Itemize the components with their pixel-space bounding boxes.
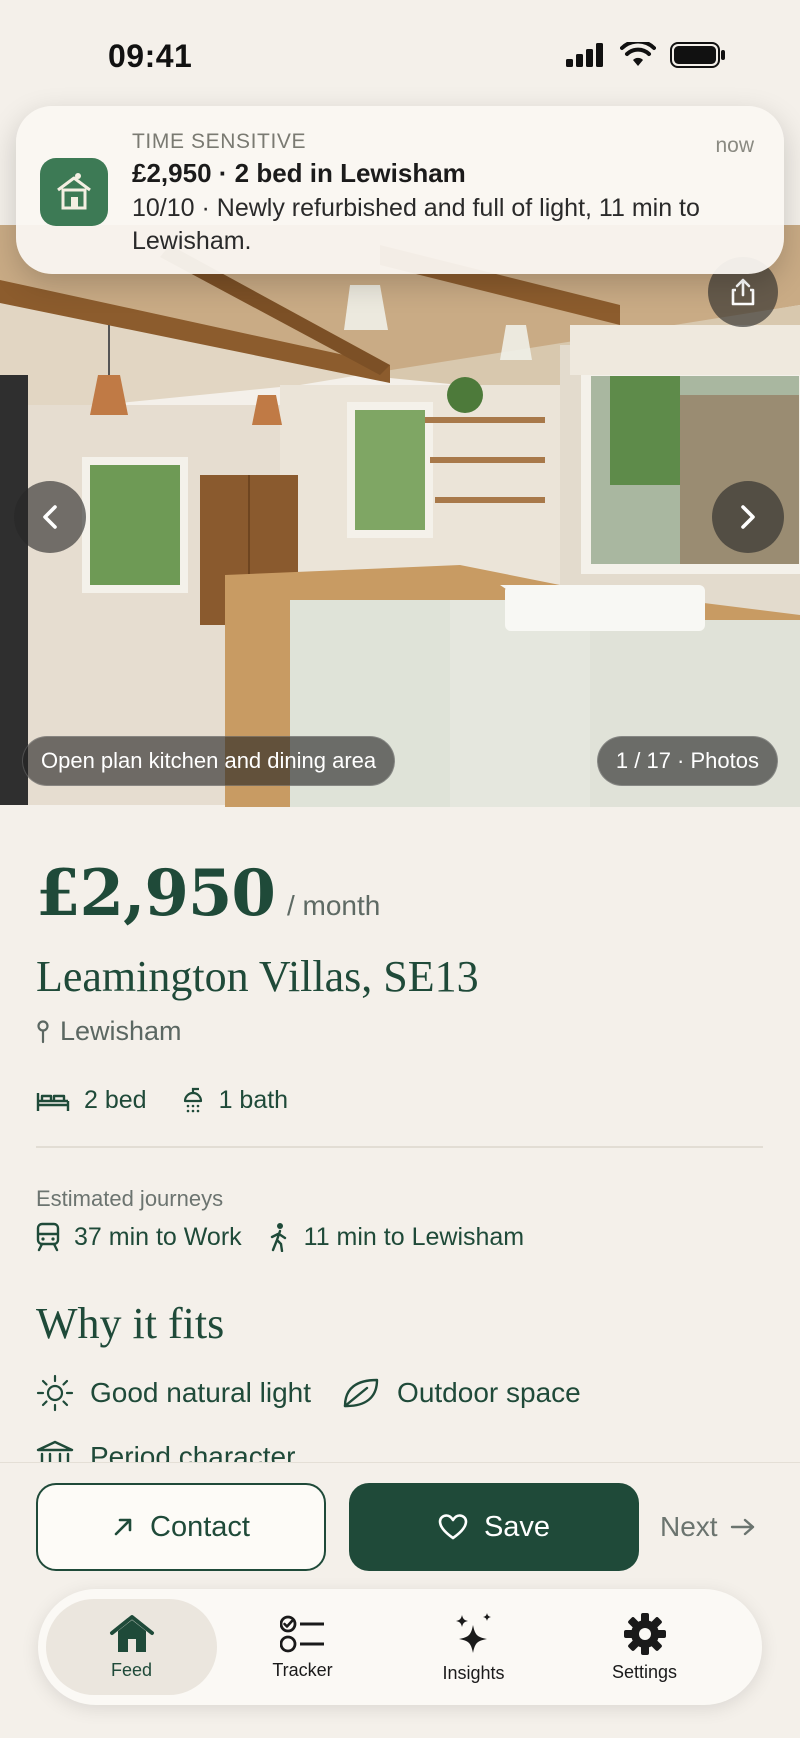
journeys-row: 37 min to Work 11 min to Lewisham: [36, 1222, 524, 1252]
tab-insights-label: Insights: [442, 1662, 505, 1683]
listing-address: Leamington Villas, SE13: [36, 952, 479, 1001]
notification-label: TIME SENSITIVE: [132, 130, 307, 153]
tab-bar: Feed Tracker Insights Settings: [38, 1589, 762, 1705]
save-button[interactable]: Save: [349, 1483, 639, 1571]
train-icon: [36, 1222, 60, 1252]
tab-insights[interactable]: Insights: [388, 1599, 559, 1695]
status-bar: 09:41: [0, 0, 800, 110]
baths-count: 1 bath: [218, 1086, 289, 1114]
journeys-label: Estimated journeys: [36, 1186, 224, 1211]
fit-outdoor-space: Outdoor space: [341, 1376, 581, 1410]
bottom-action-area: Contact Save Next Feed Tracker Insights …: [0, 1462, 800, 1738]
previous-photo-button[interactable]: [14, 481, 86, 553]
price-unit: / month: [286, 890, 381, 921]
beds-count: 2 bed: [84, 1086, 147, 1114]
cellular-signal-icon: [566, 43, 603, 67]
beds-spec: 2 bed: [36, 1086, 147, 1115]
battery-icon: [670, 42, 725, 68]
tab-settings-label: Settings: [611, 1661, 678, 1682]
home-icon: [109, 1614, 154, 1652]
area-row: Lewisham: [36, 1016, 182, 1047]
sun-icon: [36, 1374, 74, 1412]
tab-feed[interactable]: Feed: [46, 1599, 217, 1695]
fit-outdoor-space-text: Outdoor space: [397, 1377, 581, 1408]
next-photo-button[interactable]: [712, 481, 784, 553]
app-icon: [40, 158, 108, 226]
status-time: 09:41: [108, 38, 193, 74]
save-label: Save: [483, 1510, 551, 1543]
shower-icon: [183, 1087, 202, 1112]
journey-lewisham-text: 11 min to Lewisham: [303, 1222, 525, 1251]
next-label: Next: [660, 1511, 718, 1542]
sparkle-icon: [455, 1612, 491, 1653]
contact-label: Contact: [150, 1510, 250, 1543]
status-icons: [566, 42, 726, 68]
tab-tracker[interactable]: Tracker: [217, 1599, 388, 1695]
photo-caption: Open plan kitchen and dining area: [22, 736, 396, 786]
arrow-right-icon: [730, 1518, 754, 1536]
tab-settings[interactable]: Settings: [559, 1599, 730, 1695]
why-it-fits-row: Good natural light Outdoor space: [36, 1374, 581, 1412]
bed-icon: [36, 1092, 70, 1111]
time-sensitive-notification[interactable]: TIME SENSITIVE now £2,950 · 2 bed in Lew…: [16, 106, 784, 274]
next-listing-button[interactable]: Next: [660, 1511, 756, 1543]
gear-icon: [623, 1612, 666, 1655]
why-it-fits-title: Why it fits: [36, 1299, 225, 1348]
contact-button[interactable]: Contact: [36, 1483, 326, 1571]
notification-body: 10/10 · Newly refurbished and full of li…: [132, 194, 700, 255]
checklist-icon: [279, 1615, 324, 1652]
share-icon: [731, 278, 755, 306]
photo-counter[interactable]: 1 / 17 · Photos: [596, 736, 778, 786]
area-name: Lewisham: [60, 1016, 182, 1046]
fit-natural-light: Good natural light: [36, 1374, 311, 1412]
journey-work-text: 37 min to Work: [74, 1222, 242, 1251]
house-with-bird-icon: [57, 173, 91, 210]
price-row: £2,950 / month: [36, 856, 380, 931]
baths-spec: 1 bath: [181, 1086, 289, 1115]
divider: [36, 1146, 763, 1148]
listing-photo-carousel[interactable]: Open plan kitchen and dining area 1 / 17…: [0, 225, 800, 807]
kitchen-photo: [0, 225, 800, 807]
walking-icon: [270, 1223, 286, 1252]
wifi-icon: [620, 42, 656, 66]
location-pin-icon: [37, 1019, 49, 1043]
journey-work: 37 min to Work: [36, 1222, 242, 1252]
tab-tracker-label: Tracker: [272, 1659, 333, 1680]
chevron-right-icon: [741, 505, 755, 529]
fit-natural-light-text: Good natural light: [90, 1377, 312, 1408]
chevron-left-icon: [43, 505, 57, 529]
arrow-up-right-icon: [114, 1518, 132, 1536]
notification-title: £2,950 · 2 bed in Lewisham: [132, 158, 466, 188]
leaf-icon: [343, 1378, 379, 1408]
notification-time: now: [715, 134, 754, 157]
heart-icon: [438, 1514, 468, 1540]
specs-row: 2 bed 1 bath: [36, 1086, 288, 1115]
journey-lewisham: 11 min to Lewisham: [268, 1222, 524, 1252]
tab-feed-label: Feed: [110, 1659, 153, 1680]
price: £2,950: [36, 856, 276, 931]
